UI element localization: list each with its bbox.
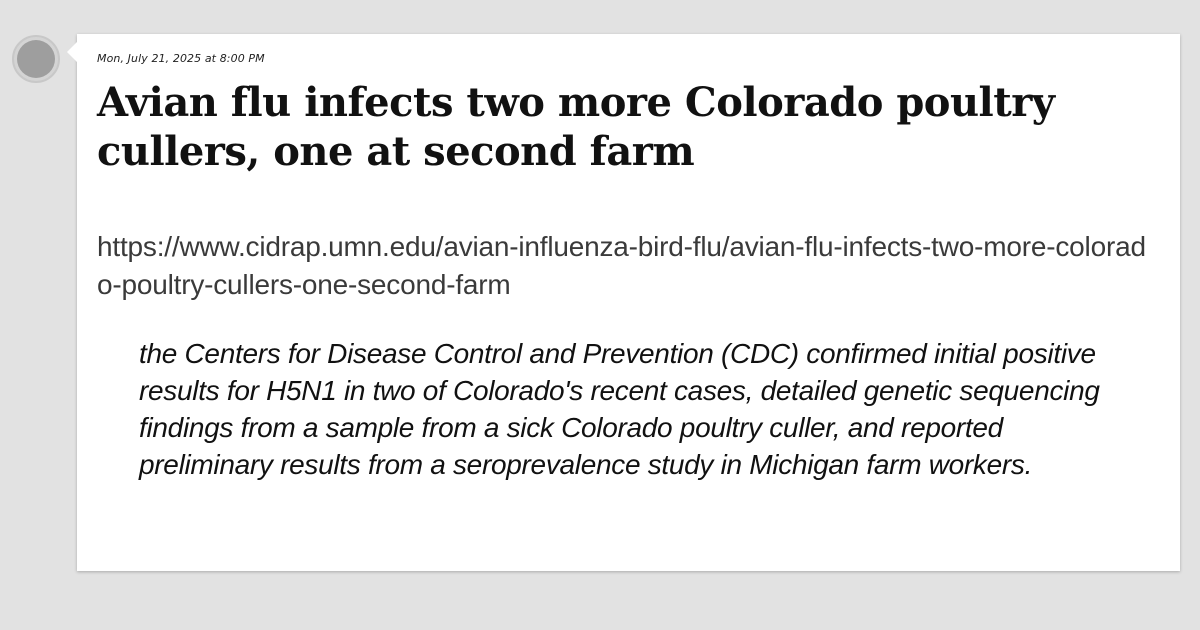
avatar-placeholder-icon	[17, 40, 55, 78]
post-card: Mon, July 21, 2025 at 8:00 PM Avian flu …	[67, 34, 1180, 571]
post-timestamp: Mon, July 21, 2025 at 8:00 PM	[97, 52, 265, 65]
post-quote: the Centers for Disease Control and Prev…	[139, 338, 1100, 480]
post-link[interactable]: https://www.cidrap.umn.edu/avian-influen…	[97, 228, 1157, 304]
post-title[interactable]: Avian flu infects two more Colorado poul…	[97, 78, 1157, 176]
avatar[interactable]	[12, 35, 60, 83]
